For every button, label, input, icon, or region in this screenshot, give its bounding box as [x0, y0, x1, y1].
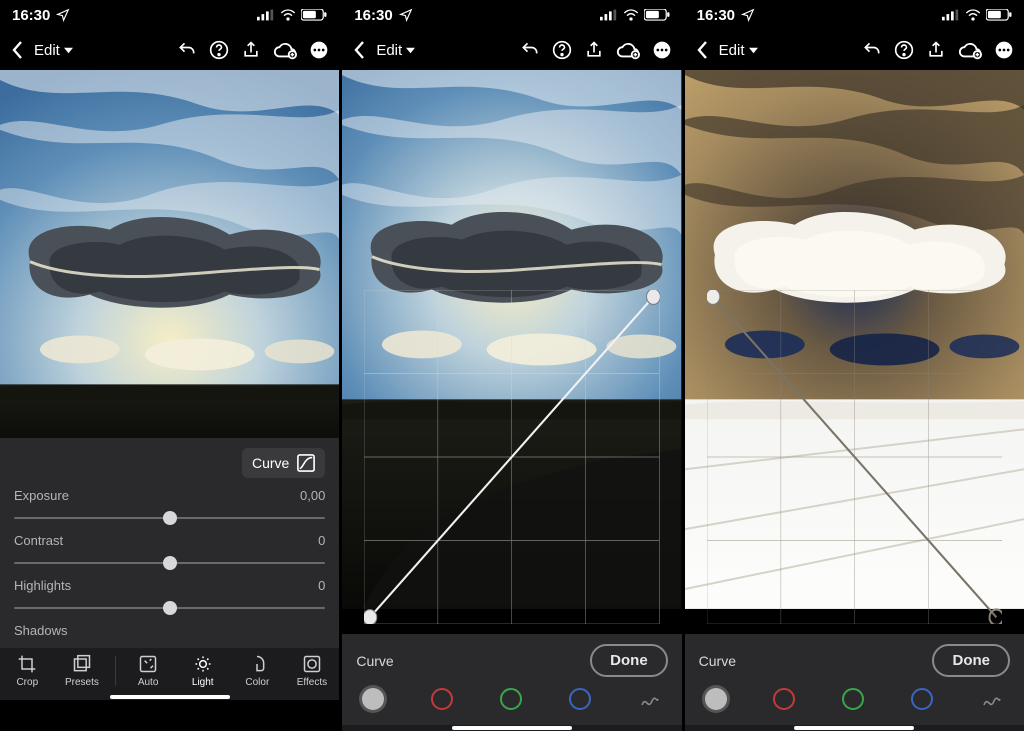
undo-icon[interactable] — [177, 40, 197, 60]
parametric-icon[interactable] — [638, 687, 662, 711]
more-icon[interactable] — [309, 40, 329, 60]
cloud-add-icon[interactable] — [616, 40, 640, 60]
phone-screen-2: 16:30 Edit — [342, 0, 681, 731]
presets-icon — [72, 654, 92, 674]
curve-button[interactable]: Curve — [242, 448, 325, 478]
phone-screen-1: 16:30 — [0, 0, 339, 731]
light-panel: Curve Exposure0,00 Contrast0 Highlights0… — [0, 438, 339, 648]
clock: 16:30 — [697, 7, 735, 24]
clock: 16:30 — [354, 7, 392, 24]
clock: 16:30 — [12, 7, 50, 24]
light-icon — [193, 654, 213, 674]
more-icon[interactable] — [994, 40, 1014, 60]
wifi-icon — [965, 9, 981, 21]
status-bar: 16:30 — [0, 0, 339, 30]
back-icon[interactable] — [352, 40, 366, 60]
channel-green[interactable] — [842, 688, 864, 710]
edit-header: Edit — [0, 30, 339, 70]
tone-curve-editor[interactable] — [364, 290, 659, 624]
tone-curve-editor[interactable] — [707, 290, 1002, 624]
help-icon[interactable] — [552, 40, 572, 60]
channel-blue[interactable] — [911, 688, 933, 710]
photo-viewport[interactable] — [685, 70, 1024, 634]
tab-crop[interactable]: Crop — [5, 654, 49, 688]
tab-auto[interactable]: Auto — [126, 654, 170, 688]
landscape-image — [0, 70, 339, 438]
edit-menu-button[interactable]: Edit — [719, 42, 758, 59]
edit-menu-button[interactable]: Edit — [376, 42, 415, 59]
cloud-add-icon[interactable] — [273, 40, 297, 60]
exposure-slider[interactable]: Exposure0,00 — [14, 488, 325, 527]
shadows-slider[interactable]: Shadows0 — [14, 623, 325, 638]
more-icon[interactable] — [652, 40, 672, 60]
signal-icon — [600, 9, 618, 21]
bottom-tab-bar: Crop Presets Auto Light Color Effects — [0, 648, 339, 694]
location-icon — [741, 8, 755, 22]
location-icon — [399, 8, 413, 22]
share-icon[interactable] — [926, 40, 946, 60]
channel-red[interactable] — [773, 688, 795, 710]
status-bar: 16:30 — [685, 0, 1024, 30]
cloud-add-icon[interactable] — [958, 40, 982, 60]
effects-icon — [302, 654, 322, 674]
signal-icon — [942, 9, 960, 21]
tab-effects[interactable]: Effects — [290, 654, 334, 688]
home-indicator[interactable] — [342, 725, 681, 731]
help-icon[interactable] — [894, 40, 914, 60]
wifi-icon — [623, 9, 639, 21]
undo-icon[interactable] — [520, 40, 540, 60]
done-button[interactable]: Done — [932, 644, 1010, 677]
back-icon[interactable] — [695, 40, 709, 60]
curve-panel: Curve Done — [685, 634, 1024, 725]
share-icon[interactable] — [241, 40, 261, 60]
location-icon — [56, 8, 70, 22]
color-icon — [247, 654, 267, 674]
channel-luma[interactable] — [705, 688, 727, 710]
tab-light[interactable]: Light — [181, 654, 225, 688]
edit-header: Edit — [342, 30, 681, 70]
signal-icon — [257, 9, 275, 21]
channel-luma[interactable] — [362, 688, 384, 710]
photo-viewport[interactable] — [0, 70, 339, 438]
channel-selector — [356, 687, 667, 715]
home-indicator[interactable] — [685, 725, 1024, 731]
battery-icon — [986, 9, 1012, 21]
battery-icon — [301, 9, 327, 21]
tab-presets[interactable]: Presets — [60, 654, 104, 688]
edit-menu-button[interactable]: Edit — [34, 42, 73, 59]
undo-icon[interactable] — [862, 40, 882, 60]
status-bar: 16:30 — [342, 0, 681, 30]
edit-header: Edit — [685, 30, 1024, 70]
tab-color[interactable]: Color — [235, 654, 279, 688]
done-button[interactable]: Done — [590, 644, 668, 677]
curve-panel: Curve Done — [342, 634, 681, 725]
share-icon[interactable] — [584, 40, 604, 60]
curve-title: Curve — [699, 653, 736, 669]
channel-selector — [699, 687, 1010, 715]
wifi-icon — [280, 9, 296, 21]
auto-icon — [138, 654, 158, 674]
channel-blue[interactable] — [569, 688, 591, 710]
highlights-slider[interactable]: Highlights0 — [14, 578, 325, 617]
phone-screen-3: 16:30 Edit — [685, 0, 1024, 731]
battery-icon — [644, 9, 670, 21]
contrast-slider[interactable]: Contrast0 — [14, 533, 325, 572]
home-indicator[interactable] — [0, 694, 339, 700]
channel-red[interactable] — [431, 688, 453, 710]
help-icon[interactable] — [209, 40, 229, 60]
photo-viewport[interactable] — [342, 70, 681, 634]
channel-green[interactable] — [500, 688, 522, 710]
back-icon[interactable] — [10, 40, 24, 60]
curve-title: Curve — [356, 653, 393, 669]
crop-icon — [17, 654, 37, 674]
parametric-icon[interactable] — [980, 687, 1004, 711]
